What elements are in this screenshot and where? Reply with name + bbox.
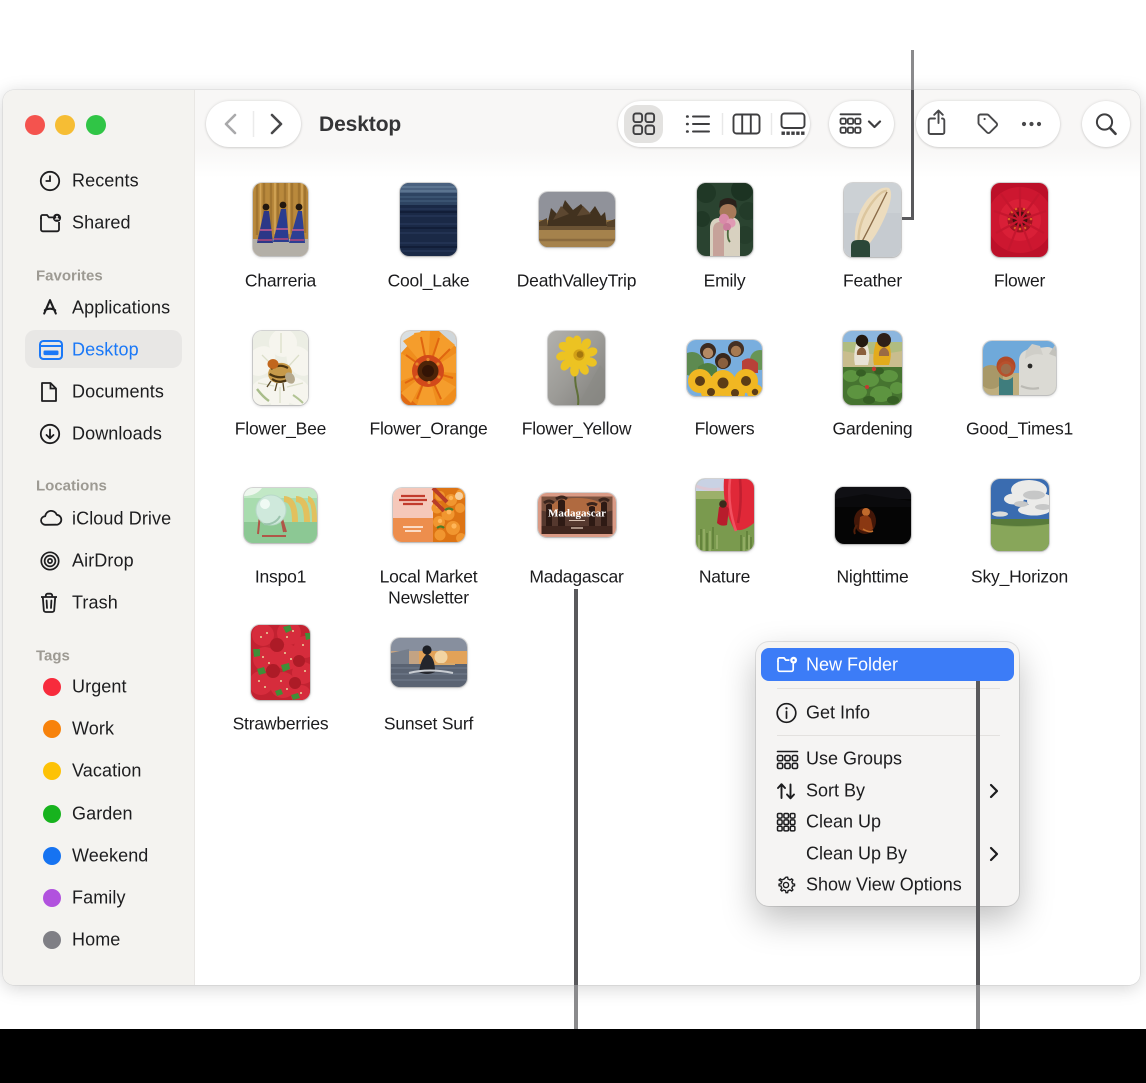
svg-text:Madagascar: Madagascar [547, 508, 605, 520]
